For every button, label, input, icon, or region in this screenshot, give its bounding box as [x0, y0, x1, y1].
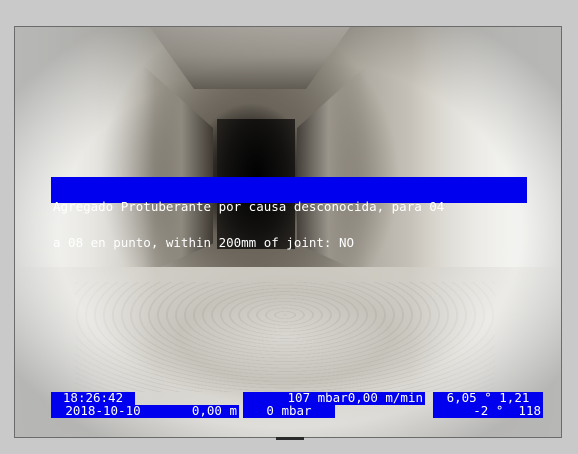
- rotation-readout: -2 ° 118: [433, 404, 543, 418]
- frame-notch: [276, 437, 304, 440]
- observation-line-2: a 08 en punto, within 200mm of joint: NO: [53, 235, 355, 250]
- camera-frame: Agregado Protuberante por causa desconoc…: [14, 26, 562, 438]
- observation-line-1: Agregado Protuberante por causa desconoc…: [53, 199, 445, 214]
- date-readout: 2018-10-10: [51, 404, 155, 418]
- distance-readout: 0,00 m: [155, 404, 239, 418]
- pressure-readout: 0 mbar: [243, 404, 335, 418]
- observation-overlay: Agregado Protuberante por causa desconoc…: [51, 177, 527, 249]
- bottom-border: [0, 438, 578, 454]
